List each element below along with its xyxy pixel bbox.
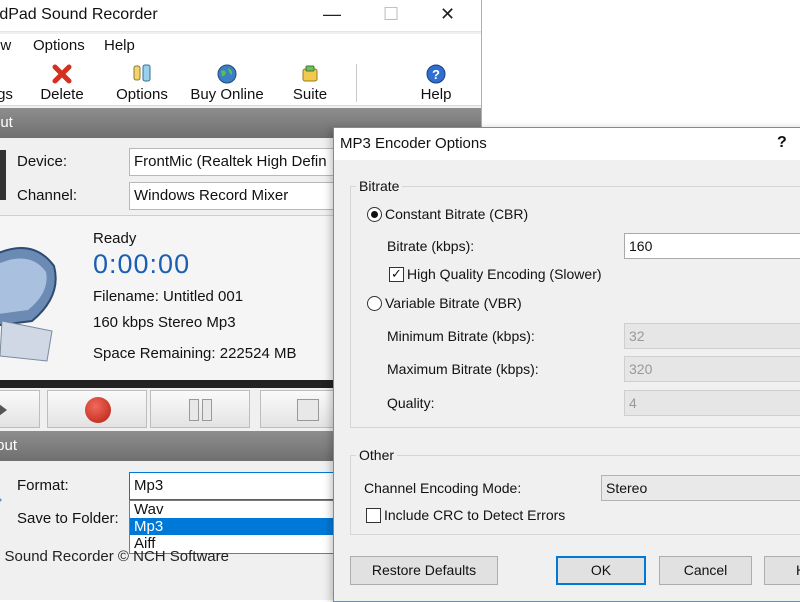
globe-icon bbox=[217, 64, 237, 84]
level-meter bbox=[0, 380, 337, 388]
help-label: Help bbox=[420, 86, 452, 103]
vbr-label: Variable Bitrate (VBR) bbox=[385, 295, 522, 311]
microphone-icon bbox=[0, 247, 57, 362]
options-label: Options bbox=[116, 86, 168, 103]
dialog-help-button[interactable]: H bbox=[764, 556, 800, 585]
delete-label: Delete bbox=[40, 86, 84, 103]
record-button[interactable] bbox=[47, 390, 147, 428]
format-dropdown-list: Wav Mp3 Aiff bbox=[129, 500, 334, 554]
svg-text:?: ? bbox=[432, 67, 440, 82]
options-icon bbox=[133, 64, 151, 82]
dialog-title: MP3 Encoder Options bbox=[340, 135, 487, 152]
device-select[interactable]: FrontMic (Realtek High Defin bbox=[129, 148, 339, 176]
settings-icon bbox=[0, 63, 16, 85]
pause-icon-bar bbox=[202, 399, 212, 421]
status-state: Ready bbox=[93, 230, 137, 247]
bitrate-label: Bitrate (kbps): bbox=[387, 238, 475, 254]
delete-button[interactable]: Delete bbox=[34, 58, 90, 106]
options-button[interactable]: Options bbox=[110, 58, 174, 106]
dialog-title-bar: MP3 Encoder Options ? bbox=[334, 128, 800, 160]
help-button[interactable]: ? Help bbox=[416, 58, 456, 106]
output-section-title: tput bbox=[0, 437, 18, 454]
channel-label: Channel: bbox=[17, 187, 78, 204]
bitrate-field[interactable]: 160 bbox=[624, 233, 800, 259]
close-button[interactable]: ✕ bbox=[440, 4, 455, 25]
quality-field[interactable]: 4 bbox=[624, 390, 800, 416]
channel-select[interactable]: Windows Record Mixer bbox=[129, 182, 339, 210]
title-bar: rdPad Sound Recorder — ☐ ✕ bbox=[0, 0, 481, 32]
ok-button[interactable]: OK bbox=[556, 556, 646, 585]
buy-online-button[interactable]: Buy Online bbox=[185, 58, 269, 106]
channel-mode-select[interactable]: Stereo bbox=[601, 475, 800, 501]
max-bitrate-field[interactable]: 320 bbox=[624, 356, 800, 382]
delete-icon bbox=[52, 64, 72, 84]
min-bitrate-label: Minimum Bitrate (kbps): bbox=[387, 328, 535, 344]
toolbar: gs Delete Options Buy Online bbox=[0, 58, 481, 106]
cbr-label: Constant Bitrate (CBR) bbox=[385, 206, 529, 222]
menu-bar: ew Options Help bbox=[0, 34, 481, 58]
pause-button[interactable] bbox=[150, 390, 250, 428]
format-select[interactable]: Mp3 bbox=[129, 472, 334, 500]
output-arrow-icon bbox=[0, 490, 2, 510]
elapsed-time: 0:00:00 bbox=[93, 249, 191, 279]
window-title: rdPad Sound Recorder bbox=[0, 6, 158, 23]
footer-text: d Sound Recorder © NCH Software bbox=[0, 548, 229, 565]
status-format: 160 kbps Stereo Mp3 bbox=[93, 314, 236, 331]
menu-view[interactable]: ew bbox=[0, 37, 11, 54]
stop-icon bbox=[297, 399, 319, 421]
bitrate-group-label: Bitrate bbox=[356, 178, 403, 194]
toolbar-separator bbox=[356, 64, 357, 102]
channel-mode-label: Channel Encoding Mode: bbox=[364, 480, 522, 496]
menu-help[interactable]: Help bbox=[104, 37, 135, 54]
minimize-button[interactable]: — bbox=[323, 4, 341, 25]
maximize-button[interactable]: ☐ bbox=[383, 4, 399, 25]
crc-label: Include CRC to Detect Errors bbox=[384, 507, 566, 523]
mp3-encoder-dialog: MP3 Encoder Options ? Bitrate Constant B… bbox=[333, 127, 800, 602]
other-group-label: Other bbox=[356, 447, 398, 463]
save-folder-label: Save to Folder: bbox=[17, 510, 119, 527]
status-filename: Filename: Untitled 001 bbox=[93, 288, 244, 305]
settings-button[interactable]: gs bbox=[0, 58, 18, 106]
dialog-help-icon[interactable]: ? bbox=[777, 134, 787, 152]
buy-online-label: Buy Online bbox=[190, 86, 264, 103]
format-option-wav[interactable]: Wav bbox=[130, 501, 333, 518]
suite-button[interactable]: Suite bbox=[290, 58, 330, 106]
pause-icon bbox=[189, 399, 199, 421]
menu-options[interactable]: Options bbox=[33, 37, 85, 54]
high-quality-label: High Quality Encoding (Slower) bbox=[407, 266, 602, 282]
cancel-button[interactable]: Cancel bbox=[659, 556, 752, 585]
play-button[interactable] bbox=[0, 390, 40, 428]
record-icon bbox=[85, 397, 111, 423]
stop-button[interactable] bbox=[260, 390, 340, 428]
device-icon bbox=[0, 150, 6, 200]
crc-checkbox[interactable] bbox=[366, 508, 381, 523]
format-label: Format: bbox=[17, 477, 69, 494]
restore-defaults-button[interactable]: Restore Defaults bbox=[350, 556, 498, 585]
format-option-mp3[interactable]: Mp3 bbox=[130, 518, 333, 535]
suite-label: Suite bbox=[292, 86, 328, 103]
status-panel: Ready 0:00:00 Filename: Untitled 001 160… bbox=[0, 215, 337, 380]
max-bitrate-label: Maximum Bitrate (kbps): bbox=[387, 361, 539, 377]
suite-icon bbox=[302, 65, 318, 82]
input-section-title: put bbox=[0, 114, 13, 131]
transport-bar bbox=[0, 390, 340, 428]
settings-label: gs bbox=[0, 86, 13, 103]
play-icon bbox=[0, 404, 7, 416]
help-icon: ? bbox=[426, 64, 446, 84]
high-quality-checkbox[interactable]: ✓ bbox=[389, 267, 404, 282]
status-space: Space Remaining: 222524 MB bbox=[93, 345, 297, 362]
min-bitrate-field[interactable]: 32 bbox=[624, 323, 800, 349]
quality-label: Quality: bbox=[387, 395, 435, 411]
vbr-radio[interactable] bbox=[367, 296, 382, 311]
device-label: Device: bbox=[17, 153, 68, 170]
cbr-radio[interactable] bbox=[367, 207, 382, 222]
